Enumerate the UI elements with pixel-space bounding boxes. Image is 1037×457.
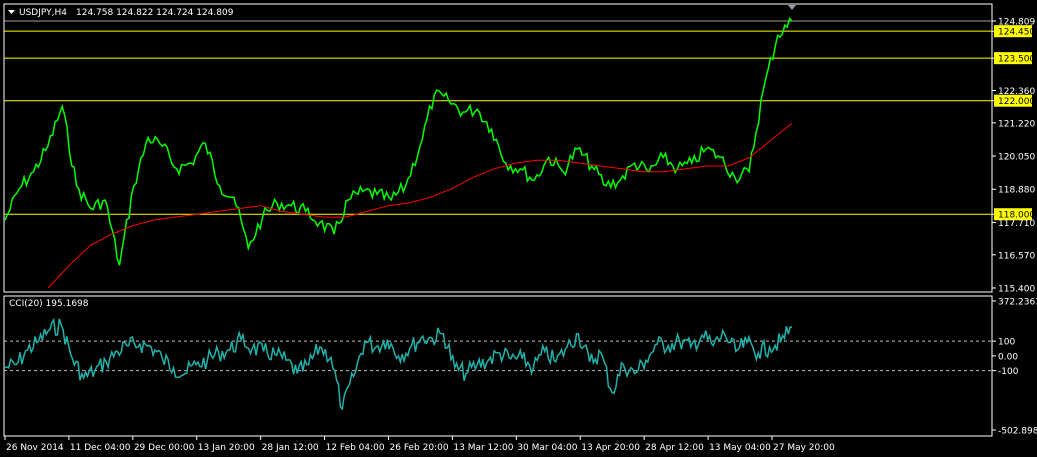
time-tick-label: 27 May 20:00 — [773, 443, 835, 453]
time-tick-label: 13 Apr 20:00 — [581, 443, 640, 453]
time-tick-label: 28 Apr 12:00 — [645, 443, 704, 453]
time-tick-label: 12 Feb 04:00 — [326, 443, 385, 453]
chart-background — [0, 0, 1037, 457]
price-tick-label: 116.570 — [998, 251, 1035, 261]
cci-tick-label: -100 — [998, 367, 1019, 377]
price-tick-label: 120.050 — [998, 153, 1035, 163]
price-tick-label: 122.000 — [998, 97, 1035, 107]
symbol-timeframe: USDJPY,H4 — [19, 8, 67, 18]
time-tick-label: 30 Mar 04:00 — [517, 443, 577, 453]
price-tick-label: 124.450 — [998, 28, 1035, 38]
cci-tick-label: -502.8983 — [998, 427, 1037, 437]
price-tick-label: 117.710 — [998, 219, 1035, 229]
time-tick-label: 13 May 04:00 — [709, 443, 771, 453]
price-tick-label: 123.500 — [998, 55, 1035, 65]
time-tick-label: 28 Jan 12:00 — [262, 443, 319, 453]
time-tick-label: 26 Feb 20:00 — [390, 443, 449, 453]
time-tick-label: 26 Nov 2014 — [6, 443, 64, 453]
chart: USDJPY,H4 124.758 124.822 124.724 124.80… — [0, 0, 1037, 457]
ohlc-readout: 124.758 124.822 124.724 124.809 — [76, 8, 234, 18]
time-tick-label: 13 Jan 20:00 — [198, 443, 255, 453]
cci-label: CCI(20) 195.1698 — [9, 299, 89, 309]
price-tick-label: 118.880 — [998, 186, 1035, 196]
price-tick-label: 121.220 — [998, 119, 1035, 129]
cci-tick-label: 372.2363 — [998, 298, 1037, 308]
cci-tick-label: 0.00 — [998, 352, 1018, 362]
cci-tick-label: 100 — [998, 338, 1015, 348]
time-tick-label: 13 Mar 12:00 — [453, 443, 513, 453]
price-tick-label: 115.400 — [998, 285, 1035, 295]
time-tick-label: 11 Dec 04:00 — [70, 443, 131, 453]
time-tick-label: 29 Dec 00:00 — [134, 443, 195, 453]
